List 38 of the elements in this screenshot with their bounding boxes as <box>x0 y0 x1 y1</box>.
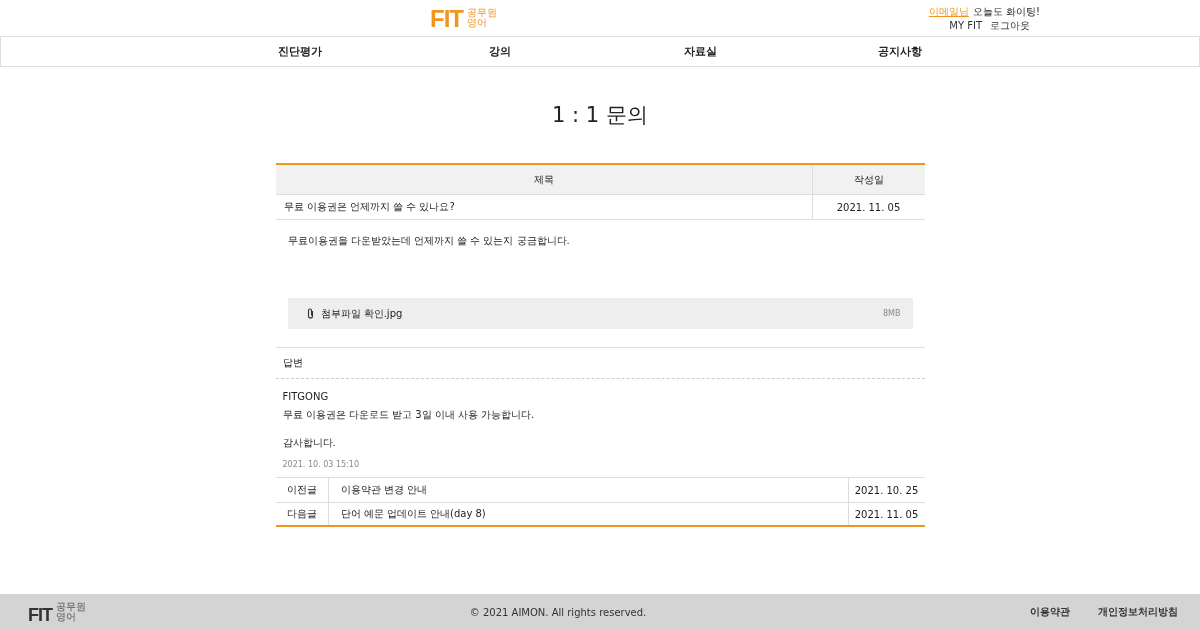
column-header: 제목 <box>532 172 555 187</box>
adjacent-date: 2021. 11. 05 <box>853 507 920 522</box>
adjacent-label: 다음글 <box>285 507 318 521</box>
question-body: 무료이용권을 다운받았는데 언제까지 쓸 수 있는지 궁금합니다. <box>287 234 571 248</box>
logo-text: 영어 <box>467 18 487 29</box>
attachment-bar[interactable]: 첨부파일 확인.jpg 8MB <box>287 298 913 329</box>
header-link[interactable]: 로그아웃 <box>990 18 1030 32</box>
nav-item[interactable]: 자료실 <box>640 44 760 59</box>
nav-item[interactable]: 진단평가 <box>240 44 360 59</box>
user-name: 이메일님 <box>928 4 969 18</box>
adjacent-post-link[interactable]: 이용약관 변경 안내 <box>327 478 849 502</box>
logo-text: 공무원 <box>56 601 86 612</box>
greeting-text: 오늘도 화이팅! <box>972 4 1040 18</box>
adjacent-date: 2021. 10. 25 <box>853 483 920 498</box>
column-header: 작성일 <box>811 165 925 194</box>
attachment-name: 첨부파일 확인.jpg <box>320 306 404 321</box>
answer-text: 무료 이용권은 다운로드 받고 3일 이내 사용 가능합니다. <box>282 408 536 422</box>
footer-link[interactable]: 개인정보처리방침 <box>1098 605 1178 619</box>
adjacent-post-link[interactable]: 단어 예문 업데이트 안내(day 8) <box>327 503 849 525</box>
question-title: 무료 이용권은 언제까지 쓸 수 있나요? <box>282 200 456 214</box>
answer-timestamp: 2021. 10. 03 15:10 <box>282 460 360 469</box>
nav-item[interactable]: 강의 <box>440 44 560 59</box>
answer-heading: 답변 <box>275 348 925 379</box>
page-title: 1 : 1 문의 <box>552 102 648 129</box>
logo-text: 영어 <box>56 612 76 623</box>
answer-author: FITGONG <box>282 391 330 402</box>
paperclip-icon <box>305 308 315 319</box>
answer-text: 감사합니다. <box>282 436 337 450</box>
footer-link[interactable]: 이용약관 <box>1030 605 1070 619</box>
question-date: 2021. 11. 05 <box>811 195 925 219</box>
logo-mark: FIT <box>430 9 463 29</box>
copyright-text: © 2021 AIMON. All rights reserved. <box>469 606 647 618</box>
logo-text: 공무원 <box>467 7 497 18</box>
header-link[interactable]: MY FIT <box>949 18 982 32</box>
nav-item[interactable]: 공지사항 <box>840 44 960 59</box>
logo-mark: FIT <box>28 608 52 623</box>
attachment-size: 8MB <box>883 309 901 318</box>
adjacent-label: 이전글 <box>285 483 318 497</box>
